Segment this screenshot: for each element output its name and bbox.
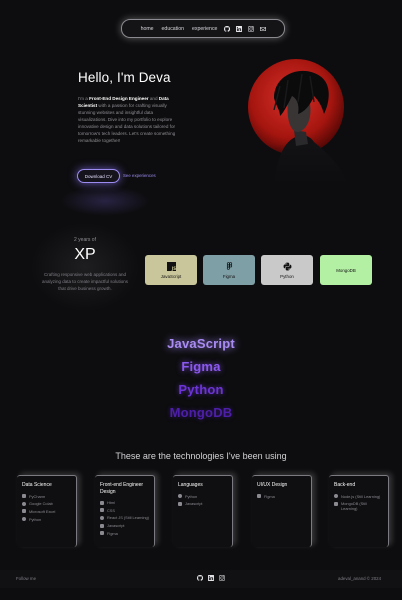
python-icon (22, 517, 26, 522)
skill-card-label: JavaScript (160, 273, 182, 279)
tech-card-title: UI/UX Design (257, 482, 288, 488)
item-label: Figma (107, 530, 118, 536)
footer-follow-label: Follow me (16, 576, 37, 581)
nav-link-home[interactable]: home (140, 26, 155, 32)
skill-card-javascript[interactable]: JS JavaScript (145, 255, 197, 285)
tech-card-title: Data Science (22, 482, 52, 488)
item-label: Javascript (107, 523, 125, 529)
skill-card-label: MongoDB (336, 267, 356, 273)
skill-card-figma[interactable]: Figma (203, 255, 255, 285)
svg-text:JS: JS (170, 265, 175, 270)
python-icon (178, 494, 182, 498)
hero-portrait (244, 59, 354, 184)
item-label: React JS (Still Learning) (107, 515, 149, 521)
colab-icon (22, 501, 26, 506)
button-glow (60, 186, 150, 216)
linkedin-icon[interactable] (208, 575, 214, 581)
xp-label: XP (74, 246, 96, 263)
intro-pre: I'm a (78, 96, 90, 101)
item-label: Python (29, 516, 42, 522)
top-nav: home education experience (121, 19, 285, 38)
tech-card-ui-ux: UI/UX Design Figma (252, 475, 312, 547)
item-label: PyCharm (29, 493, 46, 499)
hero-title: Hello, I'm Deva (78, 70, 171, 85)
tech-card-title: Front-end Engineer Design (100, 482, 144, 495)
xp-years: 2 years of (74, 237, 96, 243)
list-item: Figma (257, 494, 306, 499)
python-icon (283, 262, 291, 270)
tech-card-frontend: Front-end Engineer Design Html CSS React… (95, 475, 155, 547)
see-experiences-link[interactable]: See experiences (123, 173, 156, 178)
github-icon[interactable] (224, 25, 231, 32)
item-label: CSS (107, 507, 115, 513)
role-frontend: Front-End Design Engineer (89, 96, 149, 101)
skill-card-mongodb[interactable]: MongoDB (320, 255, 372, 285)
nodejs-icon (334, 494, 338, 498)
figma-icon (226, 261, 232, 270)
list-item: React JS (Still Learning) (100, 515, 149, 520)
figma-icon (257, 494, 261, 498)
instagram-icon[interactable] (248, 25, 255, 32)
list-item: CSS (100, 508, 149, 513)
intro-and: and (148, 96, 159, 101)
skill-card-python[interactable]: Python (261, 255, 313, 285)
javascript-icon: JS (166, 261, 176, 271)
xp-description: Crafting responsive web applications and… (41, 272, 129, 291)
list-item: Microsoft Excel (22, 509, 71, 514)
item-label: Node.js (Still Learning) (341, 493, 381, 499)
linkedin-icon[interactable] (236, 25, 243, 32)
list-item: Node.js (Still Learning) (334, 494, 383, 499)
tech-word-python: Python (178, 382, 224, 397)
instagram-icon[interactable] (219, 575, 225, 581)
list-item: Python (22, 517, 71, 522)
item-label: Python (185, 493, 198, 499)
css-icon (100, 508, 104, 513)
item-label: Figma (264, 493, 275, 499)
item-label: MongoDB (Still Learning) (341, 501, 367, 512)
tech-card-data-science: Data Science PyCharm Google Colab Micros… (17, 475, 77, 547)
tech-card-title: Back-end (334, 482, 356, 488)
intro-post: with a passion for crafting visually stu… (78, 103, 176, 143)
skill-card-label: Python (280, 273, 294, 279)
mongodb-icon (334, 501, 338, 506)
figure-neck (294, 130, 308, 146)
list-item: Javascript (100, 523, 149, 528)
footer-social-icons (197, 575, 225, 581)
react-icon (100, 515, 104, 520)
list-item: Google Colab (22, 501, 71, 506)
list-item: Figma (100, 531, 149, 536)
list-item: MongoDB (Still Learning) (334, 501, 383, 511)
tech-section-heading: These are the technologies I've been usi… (115, 451, 287, 461)
nav-link-experience[interactable]: experience (191, 26, 218, 32)
list-item: Javascript (178, 501, 227, 506)
tech-word-figma: Figma (181, 359, 221, 374)
item-label: Javascript (185, 501, 203, 507)
item-label: Microsoft Excel (29, 508, 56, 514)
excel-icon (22, 509, 26, 514)
tech-card-backend: Back-end Node.js (Still Learning) MongoD… (329, 475, 389, 547)
list-item: Html (100, 500, 149, 505)
item-label: Google Colab (29, 501, 53, 507)
nav-link-education[interactable]: education (161, 26, 186, 32)
pycharm-icon (22, 494, 26, 498)
tech-card-languages: Languages Python Javascript (173, 475, 233, 547)
hero-intro: I'm a Front-End Design Engineer and Data… (78, 95, 176, 144)
item-label: Html (107, 500, 115, 505)
tech-word-javascript: JavaScript (167, 336, 235, 351)
javascript-icon (100, 523, 104, 528)
list-item: Python (178, 494, 227, 499)
figma-icon (100, 531, 104, 536)
list-item: PyCharm (22, 494, 71, 499)
download-cv-button[interactable]: Download CV (77, 169, 120, 183)
html-icon (100, 500, 104, 505)
footer-copyright: adeval_anand © 2024 (338, 576, 382, 581)
tech-word-mongodb: MongoDB (169, 405, 233, 420)
mail-icon[interactable] (260, 26, 267, 32)
tech-card-title: Languages (178, 482, 203, 488)
javascript-icon (178, 501, 182, 506)
xp-glow (30, 222, 140, 312)
github-icon[interactable] (197, 575, 203, 581)
skill-card-label: Figma (222, 273, 236, 279)
